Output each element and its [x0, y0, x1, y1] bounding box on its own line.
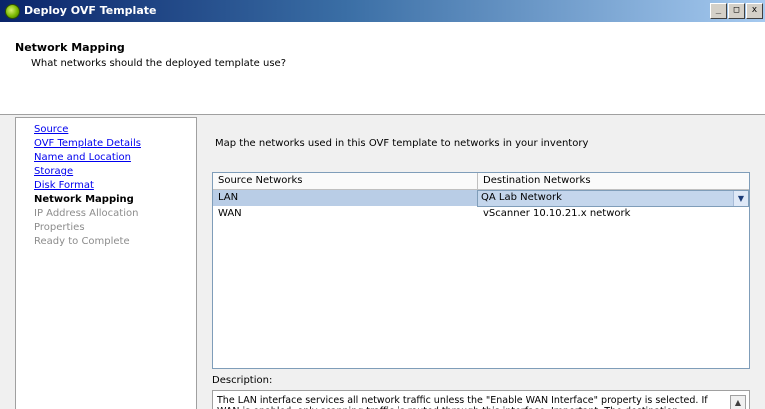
wizard-steps: Source OVF Template Details Name and Loc… — [15, 117, 197, 409]
description-text: The LAN interface services all network t… — [217, 395, 708, 409]
network-mapping-table[interactable]: Source Networks Destination Networks LAN… — [212, 172, 750, 369]
description-label: Description: — [212, 375, 273, 386]
step-ovf-template-details[interactable]: OVF Template Details — [34, 138, 141, 149]
step-name-and-location[interactable]: Name and Location — [34, 152, 131, 163]
page-subtitle: What networks should the deployed templa… — [31, 58, 287, 69]
mapping-instruction: Map the networks used in this OVF templa… — [215, 138, 589, 149]
step-source[interactable]: Source — [34, 124, 68, 135]
vmware-deploy-icon — [5, 4, 20, 19]
step-ready-to-complete: Ready to Complete — [34, 236, 130, 247]
title-bar[interactable]: Deploy OVF Template _ □ x — [0, 0, 765, 22]
window-controls: _ □ x — [710, 3, 763, 19]
column-source-networks[interactable]: Source Networks — [218, 175, 303, 186]
step-properties: Properties — [34, 222, 85, 233]
destination-network-cell: vScanner 10.10.21.x network — [483, 208, 631, 219]
column-separator[interactable] — [477, 173, 478, 189]
minimize-button[interactable]: _ — [710, 3, 727, 19]
chevron-down-icon[interactable]: ▼ — [733, 191, 748, 206]
table-header: Source Networks Destination Networks — [213, 173, 749, 190]
source-network-cell: WAN — [218, 208, 242, 219]
table-row[interactable]: WAN vScanner 10.10.21.x network — [213, 206, 749, 222]
window-title: Deploy OVF Template — [24, 4, 157, 17]
column-destination-networks[interactable]: Destination Networks — [483, 175, 591, 186]
step-ip-address-allocation: IP Address Allocation — [34, 208, 139, 219]
step-disk-format[interactable]: Disk Format — [34, 180, 94, 191]
destination-network-dropdown[interactable]: QA Lab Network ▼ — [477, 190, 749, 207]
wizard-header: Network Mapping What networks should the… — [0, 22, 765, 114]
scroll-up-arrow-icon[interactable]: ▲ — [730, 395, 746, 409]
deploy-ovf-window: Deploy OVF Template _ □ x Network Mappin… — [0, 0, 765, 409]
step-network-mapping: Network Mapping — [34, 194, 134, 205]
page-title: Network Mapping — [15, 41, 125, 54]
maximize-button[interactable]: □ — [728, 3, 745, 19]
header-divider — [0, 114, 765, 115]
step-storage[interactable]: Storage — [34, 166, 73, 177]
description-box[interactable]: The LAN interface services all network t… — [212, 390, 750, 409]
close-button[interactable]: x — [746, 3, 763, 19]
table-row[interactable]: LAN QA Lab Network ▼ — [213, 190, 749, 207]
destination-network-value: QA Lab Network — [481, 192, 562, 203]
source-network-cell: LAN — [218, 192, 239, 203]
